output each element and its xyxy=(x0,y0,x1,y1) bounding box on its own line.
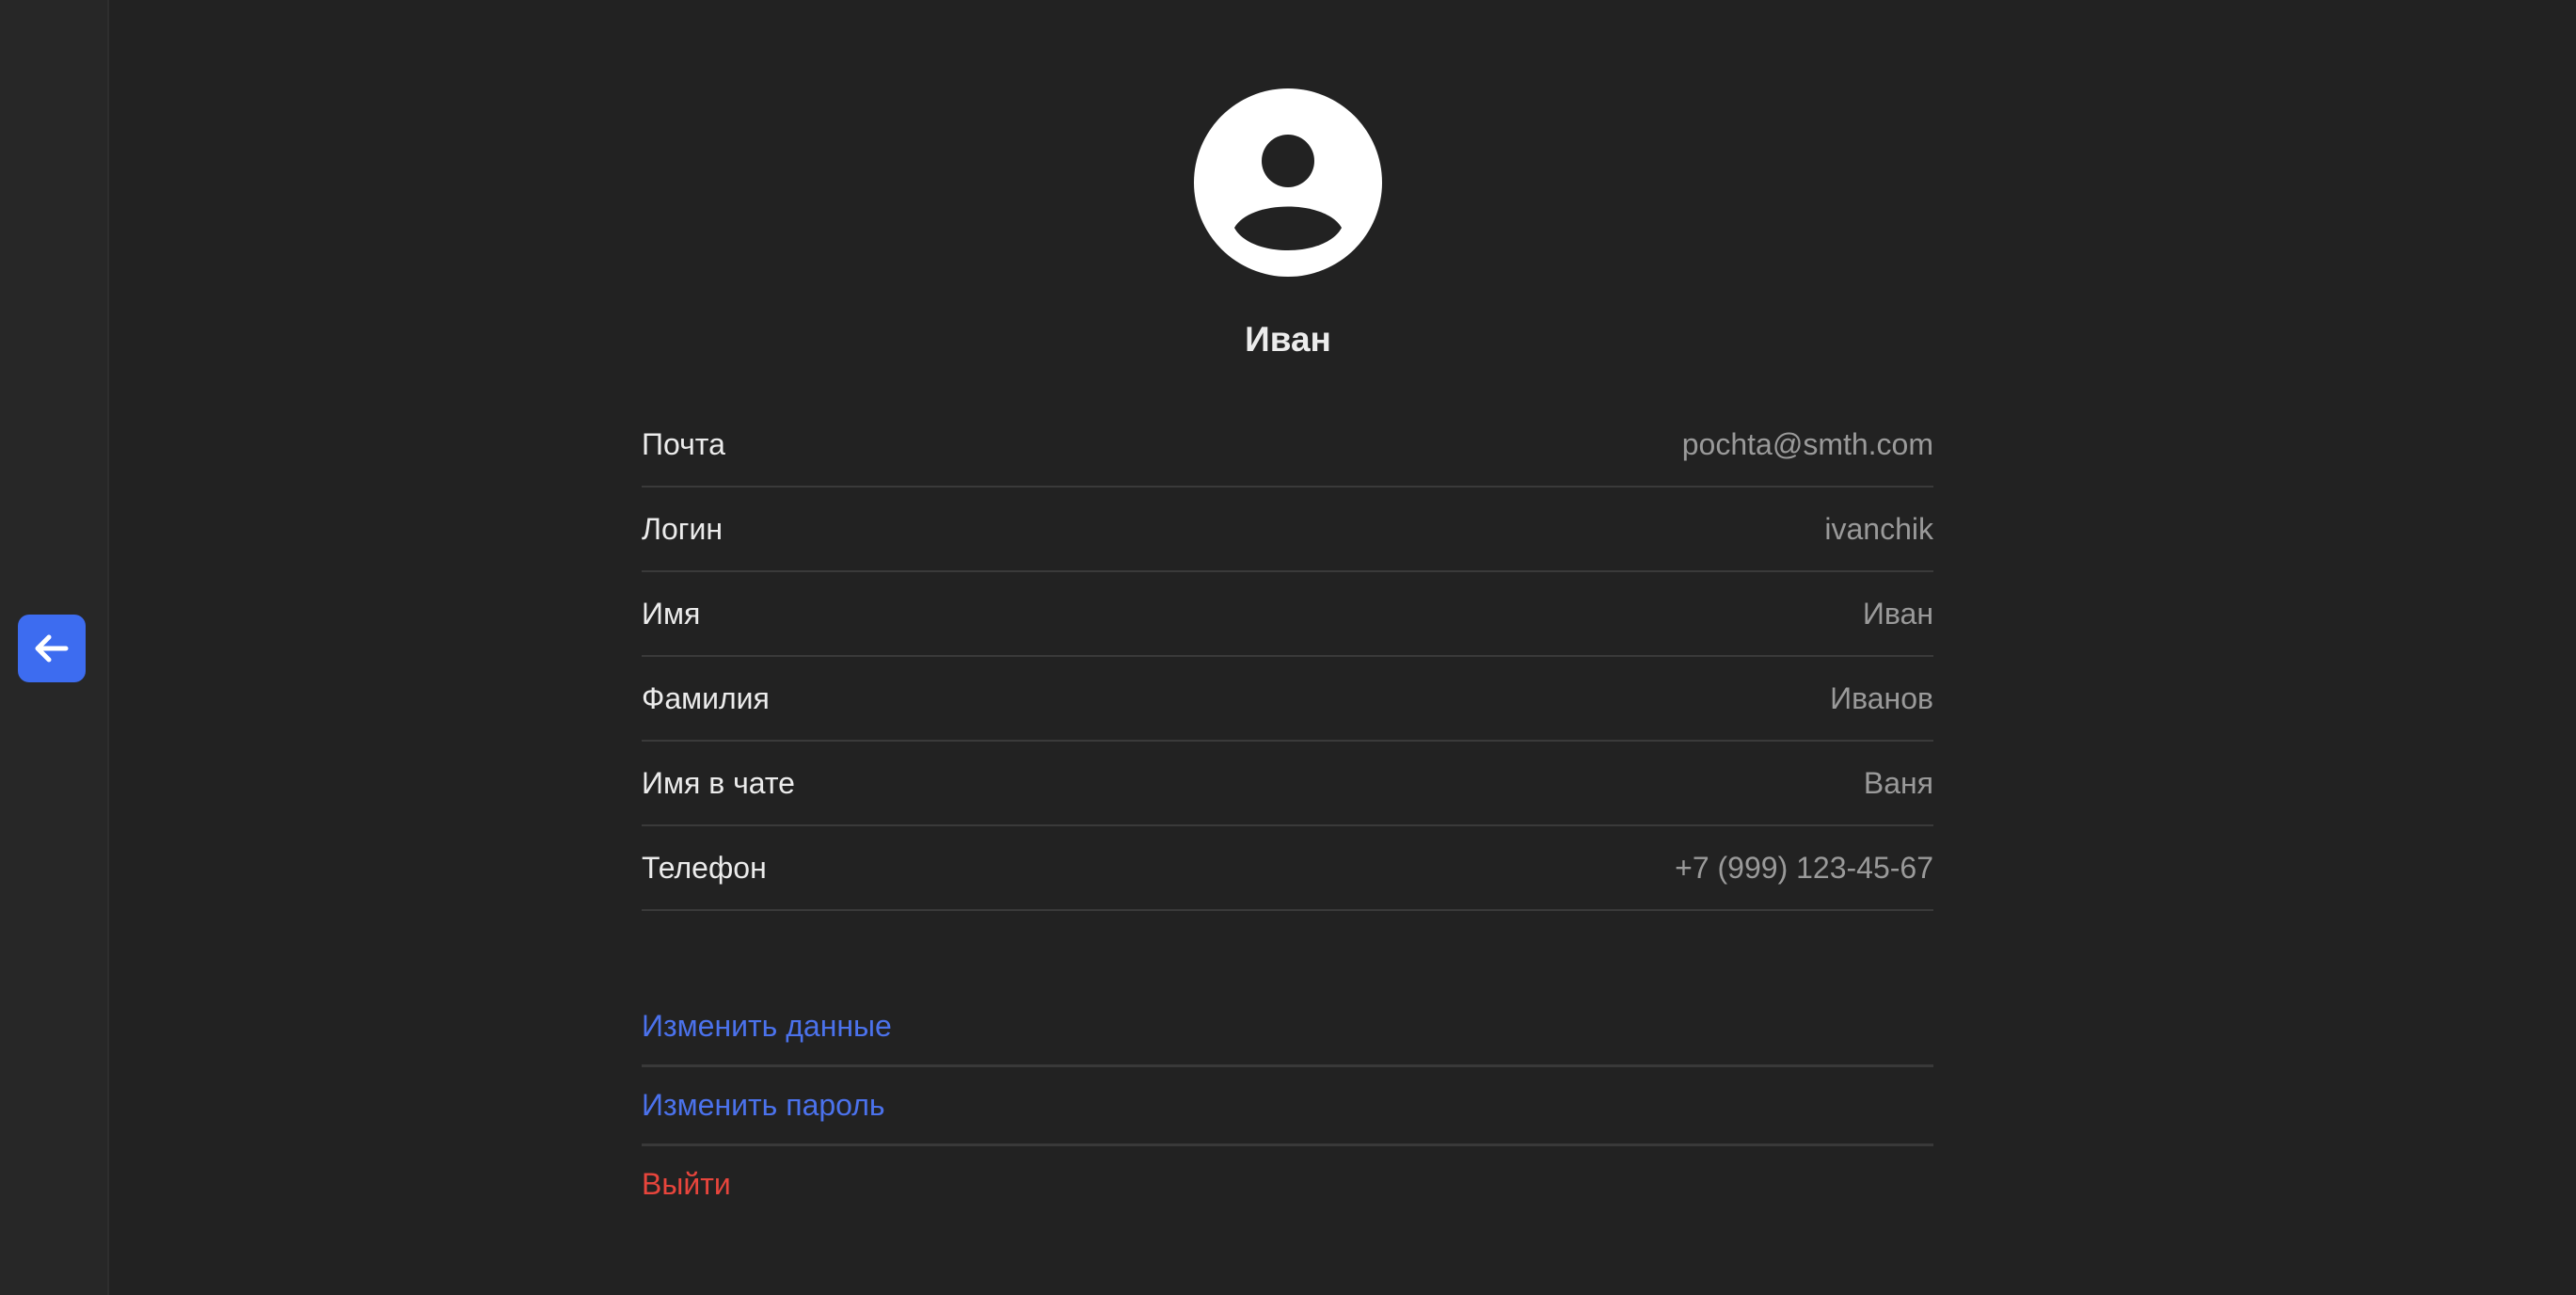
user-avatar-icon xyxy=(1234,135,1342,250)
info-value: pochta@smth.com xyxy=(1681,426,1933,461)
profile-page: Иван Почта pochta@smth.com Логин ivanchi… xyxy=(0,0,2576,1295)
info-value: +7 (999) 123-45-67 xyxy=(1675,850,1933,885)
info-label: Почта xyxy=(642,426,725,461)
logout-link[interactable]: Выйти xyxy=(642,1146,1933,1223)
profile-actions: Изменить данные Изменить пароль Выйти xyxy=(642,988,1933,1223)
back-button[interactable] xyxy=(18,615,86,682)
info-row-login: Логин ivanchik xyxy=(642,488,1933,572)
info-row-chat-name: Имя в чате Ваня xyxy=(642,742,1933,826)
profile-main: Иван Почта pochta@smth.com Логин ivanchi… xyxy=(109,0,2576,1295)
info-label: Имя в чате xyxy=(642,765,795,800)
sidebar xyxy=(0,0,109,1295)
profile-info-list: Почта pochta@smth.com Логин ivanchik Имя… xyxy=(642,403,1933,911)
edit-data-link[interactable]: Изменить данные xyxy=(642,988,1933,1067)
edit-password-link[interactable]: Изменить пароль xyxy=(642,1067,1933,1146)
avatar[interactable] xyxy=(1194,88,1382,277)
info-label: Имя xyxy=(642,596,701,631)
info-label: Телефон xyxy=(642,850,767,885)
info-value: Иванов xyxy=(1830,680,1933,715)
info-label: Фамилия xyxy=(642,680,770,715)
info-value: ivanchik xyxy=(1824,511,1933,546)
info-value: Ваня xyxy=(1863,765,1933,800)
info-row-first-name: Имя Иван xyxy=(642,572,1933,657)
arrow-left-icon xyxy=(35,634,69,663)
profile-display-name: Иван xyxy=(1245,320,1331,359)
info-row-phone: Телефон +7 (999) 123-45-67 xyxy=(642,826,1933,911)
info-row-email: Почта pochta@smth.com xyxy=(642,403,1933,488)
info-row-last-name: Фамилия Иванов xyxy=(642,657,1933,742)
info-value: Иван xyxy=(1862,596,1933,631)
info-label: Логин xyxy=(642,511,724,546)
